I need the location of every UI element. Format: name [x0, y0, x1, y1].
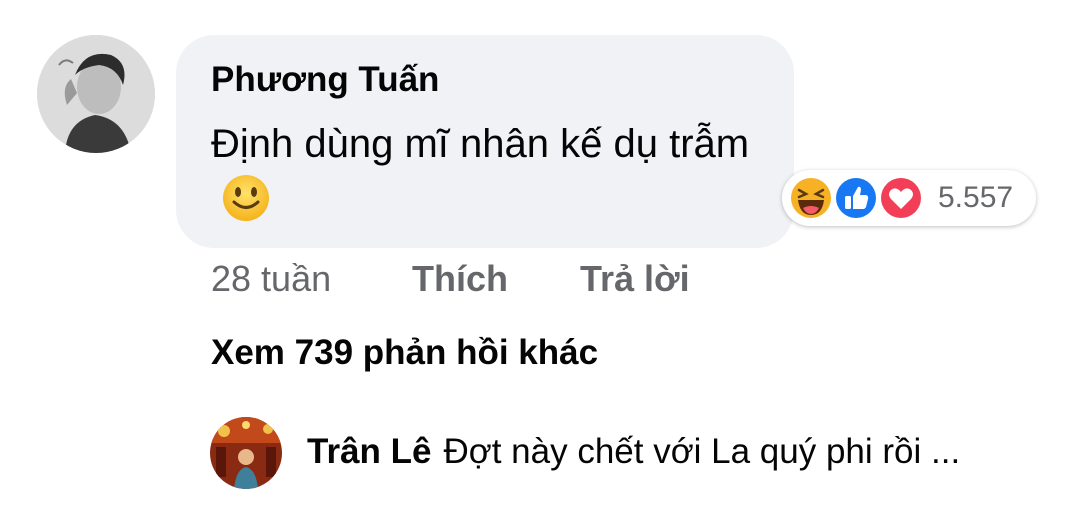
like-reaction-icon — [833, 175, 879, 221]
view-more-replies-link[interactable]: Xem 739 phản hồi khác — [211, 333, 598, 373]
smiling-face-emoji-icon — [221, 173, 271, 239]
comment-body: Định dùng mĩ nhân kế dụ trẫm — [211, 115, 771, 239]
haha-reaction-icon — [788, 175, 834, 221]
like-button[interactable]: Thích — [412, 258, 508, 300]
reply-text: Đợt này chết với La quý phi rồi ... — [443, 432, 961, 471]
reaction-count: 5.557 — [938, 181, 1014, 214]
commenter-avatar[interactable] — [37, 35, 155, 153]
comment-timestamp[interactable]: 28 tuần — [211, 258, 331, 300]
comment-text: Định dùng mĩ nhân kế dụ trẫm — [211, 122, 750, 166]
reply-button[interactable]: Trả lời — [580, 258, 690, 300]
love-reaction-icon — [878, 175, 924, 221]
reactions-summary[interactable]: 5.557 — [782, 170, 1036, 226]
reply-author-name[interactable]: Trân Lê — [307, 432, 431, 471]
reply-preview[interactable]: Trân Lê Đợt này chết với La quý phi rồi .… — [307, 432, 960, 472]
comment-author-name[interactable]: Phương Tuấn — [211, 60, 439, 100]
reply-author-avatar[interactable] — [210, 417, 282, 489]
